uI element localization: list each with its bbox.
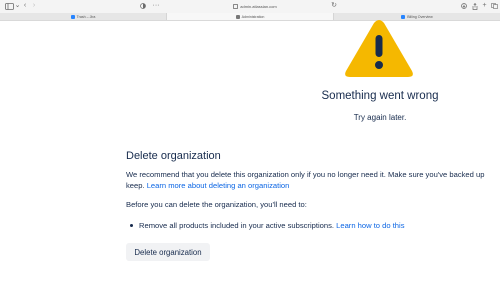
error-title: Something went wrong bbox=[321, 90, 439, 102]
url-text: admin.atlassian.com bbox=[240, 3, 277, 9]
tab-administration[interactable]: Administration bbox=[166, 13, 334, 20]
share-icon[interactable] bbox=[471, 2, 478, 10]
reload-icon[interactable]: ↻ bbox=[331, 2, 337, 10]
tab-label: Administration bbox=[241, 14, 265, 19]
forward-icon[interactable]: › bbox=[31, 2, 37, 10]
new-tab-icon[interactable]: + bbox=[481, 2, 488, 10]
before-delete-text: Before you can delete the organization, … bbox=[126, 200, 307, 209]
back-icon[interactable]: ‹ bbox=[22, 2, 28, 10]
jira-favicon-icon bbox=[70, 14, 75, 19]
more-options-icon[interactable]: ··· bbox=[153, 2, 160, 10]
recommendation-text-continued: keep. Learn more about deleting an organ… bbox=[126, 180, 289, 192]
tab-bar: Trash – Jira Administration Billing Over… bbox=[0, 13, 500, 21]
browser-window: ⌄ ‹ › ··· admin.atlassian.com ↻ + Trash … bbox=[0, 0, 500, 281]
keep-text: keep. bbox=[126, 181, 147, 190]
learn-more-deleting-link[interactable]: Learn more about deleting an organizatio… bbox=[147, 181, 290, 190]
tab-label: Trash – Jira bbox=[76, 14, 96, 19]
address-bar[interactable]: admin.atlassian.com bbox=[220, 2, 290, 10]
warning-icon bbox=[345, 20, 413, 77]
admin-favicon-icon bbox=[235, 14, 240, 19]
delete-organization-button[interactable]: Delete organization bbox=[126, 243, 210, 261]
tab-overview-icon[interactable] bbox=[490, 2, 498, 10]
error-subtitle: Try again later. bbox=[353, 113, 407, 122]
tab-label: Billing Overview bbox=[407, 14, 433, 19]
requirement-list-item: Remove all products included in your act… bbox=[130, 220, 405, 232]
bullet-icon bbox=[130, 223, 133, 227]
sidebar-toggle-icon[interactable] bbox=[4, 2, 14, 10]
download-icon[interactable] bbox=[460, 2, 467, 10]
chevron-down-icon[interactable]: ⌄ bbox=[15, 2, 21, 10]
tab-jira-trash[interactable]: Trash – Jira bbox=[0, 13, 166, 20]
privacy-shield-icon[interactable] bbox=[139, 2, 146, 10]
atlassian-favicon-icon bbox=[401, 14, 406, 19]
lock-icon bbox=[233, 3, 239, 9]
browser-toolbar: ⌄ ‹ › ··· admin.atlassian.com ↻ + bbox=[0, 0, 500, 13]
learn-how-link[interactable]: Learn how to do this bbox=[336, 221, 404, 230]
requirement-text: Remove all products included in your act… bbox=[139, 221, 337, 230]
delete-organization-heading: Delete organization bbox=[126, 150, 221, 162]
